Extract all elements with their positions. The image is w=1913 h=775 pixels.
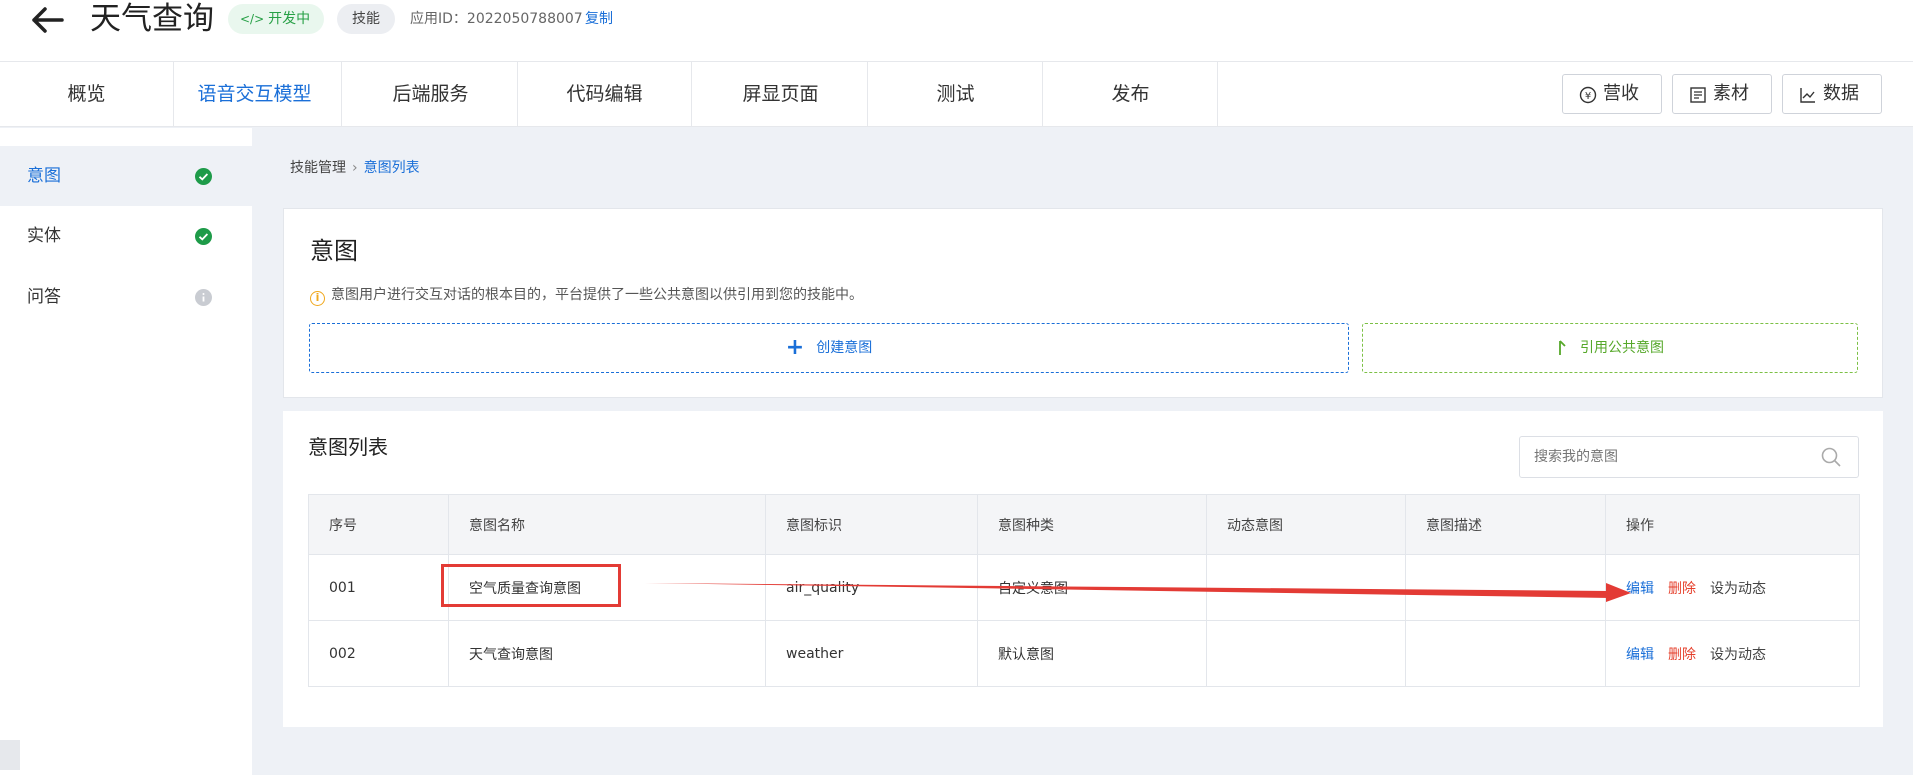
delete-button[interactable]: 删除 (1668, 647, 1696, 663)
tab-publish[interactable]: 发布 (1044, 62, 1218, 126)
tab-test[interactable]: 测试 (869, 62, 1043, 126)
breadcrumb: 技能管理 › 意图列表 (290, 157, 420, 179)
edit-button[interactable]: 编辑 (1626, 647, 1654, 663)
annotation-highlight-box (441, 564, 621, 607)
table-row: 002 天气查询意图 weather 默认意图 编辑 删除 设为动态 (308, 620, 1860, 687)
search-intent-input[interactable] (1519, 436, 1859, 478)
corner-handle (0, 740, 20, 770)
column-header: 意图名称 (448, 494, 766, 555)
row-actions: 编辑 删除 设为动态 (1605, 620, 1860, 687)
row-index: 001 (308, 554, 449, 621)
material-label: 素材 (1713, 83, 1749, 104)
intent-identifier: air_quality (765, 554, 978, 621)
intent-card-title: 意图 (310, 237, 358, 265)
intent-description (1405, 554, 1606, 621)
column-header: 意图种类 (977, 494, 1207, 555)
intent-identifier: weather (765, 620, 978, 687)
info-icon (195, 289, 212, 306)
intent-description-text: 意图用户进行交互对话的根本目的，平台提供了一些公共意图以供引用到您的技能中。 (331, 287, 863, 303)
code-icon: </> (240, 12, 265, 26)
sidebar-item-label: 实体 (27, 226, 61, 246)
app-id-text: 应用ID：2022050788007 (410, 11, 583, 27)
copy-id-link[interactable]: 复制 (585, 4, 613, 34)
sidebar-item-label: 问答 (27, 287, 61, 307)
sidebar-item-entity[interactable]: 实体 (0, 206, 252, 266)
revenue-label: 营收 (1603, 83, 1639, 104)
tab-voice-model[interactable]: 语音交互模型 (168, 62, 342, 126)
breadcrumb-current: 意图列表 (363, 160, 420, 176)
intent-name: 天气查询意图 (448, 620, 766, 687)
row-index: 002 (308, 620, 449, 687)
yen-icon: ¥ (1579, 86, 1597, 104)
status-badge-label: 开发中 (268, 11, 311, 27)
top-header: 天气查询 </> 开发中 技能 应用ID：2022050788007 复制 (0, 0, 1913, 61)
info-warning-icon: i (310, 291, 325, 306)
delete-button[interactable]: 删除 (1668, 581, 1696, 597)
column-header: 动态意图 (1206, 494, 1406, 555)
sidebar-item-intent[interactable]: 意图 (0, 146, 252, 206)
tab-screen-pages[interactable]: 屏显页面 (694, 62, 868, 126)
create-intent-label: 创建意图 (816, 340, 873, 356)
intent-kind: 默认意图 (977, 620, 1207, 687)
main-tab-bar: 概览 语音交互模型 后端服务 代码编辑 屏显页面 测试 发布 ¥ 营收 素材 数… (0, 61, 1913, 127)
intent-kind: 自定义意图 (977, 554, 1207, 621)
column-header: 操作 (1605, 494, 1860, 555)
line-chart-icon (1800, 88, 1815, 103)
breadcrumb-parent[interactable]: 技能管理 (290, 160, 346, 176)
column-header: 意图描述 (1405, 494, 1606, 555)
data-button[interactable]: 数据 (1782, 74, 1882, 114)
check-icon (195, 228, 212, 245)
check-icon (195, 168, 212, 185)
tab-code-editor[interactable]: 代码编辑 (518, 62, 692, 126)
back-arrow-icon[interactable] (30, 4, 66, 36)
reference-public-intent-button[interactable]: 引用公共意图 (1362, 323, 1858, 373)
sidebar-item-label: 意图 (27, 166, 61, 186)
table-header-row: 序号 意图名称 意图标识 意图种类 动态意图 意图描述 操作 (308, 494, 1860, 555)
tab-backend[interactable]: 后端服务 (344, 62, 518, 126)
intent-description (1405, 620, 1606, 687)
set-dynamic-button[interactable]: 设为动态 (1710, 647, 1766, 663)
reference-arrow-icon (1559, 340, 1566, 355)
status-badge: </> 开发中 (228, 4, 325, 34)
app-title: 天气查询 (90, 1, 214, 37)
column-header: 意图标识 (765, 494, 978, 555)
sidebar: 意图 实体 问答 (0, 128, 252, 775)
svg-text:¥: ¥ (1585, 91, 1591, 102)
intent-list-title: 意图列表 (308, 435, 388, 459)
intent-dynamic (1206, 554, 1406, 621)
intent-card: 意图 i 意图用户进行交互对话的根本目的，平台提供了一些公共意图以供引用到您的技能… (283, 208, 1883, 398)
plus-icon: + (785, 335, 805, 360)
document-icon (1690, 87, 1706, 103)
set-dynamic-button[interactable]: 设为动态 (1710, 581, 1766, 597)
row-actions: 编辑 删除 设为动态 (1605, 554, 1860, 621)
data-label: 数据 (1823, 83, 1859, 104)
tab-overview[interactable]: 概览 (0, 62, 174, 126)
intent-card-description: i 意图用户进行交互对话的根本目的，平台提供了一些公共意图以供引用到您的技能中。 (310, 285, 863, 306)
material-button[interactable]: 素材 (1672, 74, 1772, 114)
search-icon[interactable] (1820, 446, 1842, 468)
create-intent-button[interactable]: + 创建意图 (309, 323, 1349, 373)
intent-dynamic (1206, 620, 1406, 687)
revenue-button[interactable]: ¥ 营收 (1562, 74, 1662, 114)
sidebar-item-qa[interactable]: 问答 (0, 267, 252, 327)
column-header: 序号 (308, 494, 449, 555)
type-badge: 技能 (337, 4, 395, 34)
reference-intent-label: 引用公共意图 (1580, 340, 1664, 356)
edit-button[interactable]: 编辑 (1626, 581, 1654, 597)
chevron-right-icon: › (352, 160, 358, 176)
